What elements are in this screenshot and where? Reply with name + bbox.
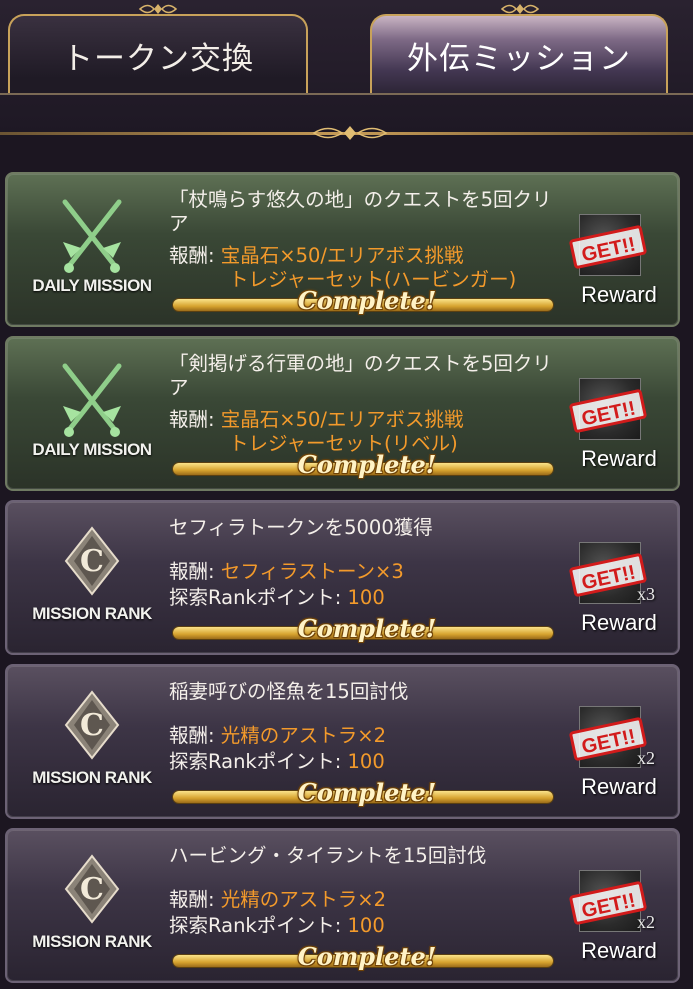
ornament-icon xyxy=(312,126,388,140)
rank-point-label: 探索Rankポイント: xyxy=(169,750,348,773)
reward-prefix: 報酬: xyxy=(169,408,221,431)
svg-text:C: C xyxy=(80,872,104,907)
mission-card: DAILY MISSION 「杖鳴らす悠久の地」のクエストを5回クリア 報酬: … xyxy=(5,172,680,327)
reward-label: Reward xyxy=(581,774,657,799)
reward-button[interactable]: GET!! Reward xyxy=(568,378,679,478)
complete-label: Complete! xyxy=(297,942,437,971)
rank-c-icon: C xyxy=(64,854,120,924)
reward-quantity: x3 xyxy=(637,584,655,604)
complete-label: Complete! xyxy=(297,450,437,479)
mission-title: 「杖鳴らす悠久の地」のクエストを5回クリア xyxy=(169,188,552,235)
rank-point-line: 探索Rankポイント: 100 xyxy=(169,586,589,610)
rank-point-label: 探索Rankポイント: xyxy=(169,586,348,609)
rank-point-value: 100 xyxy=(347,914,385,937)
mission-title: ハービング・タイラントを15回討伐 xyxy=(169,844,487,867)
tab-bar: トークン交換 外伝ミッション xyxy=(0,0,693,140)
reward-value: 宝晶石×50/エリアボス挑戦 xyxy=(220,408,464,431)
reward-line: 報酬: 宝晶石×50/エリアボス挑戦 xyxy=(169,244,589,268)
rank-c-icon: C xyxy=(64,526,120,596)
emblem-label: MISSION RANK xyxy=(32,604,152,623)
divider xyxy=(0,93,693,95)
tab-side-story-missions[interactable]: 外伝ミッション xyxy=(370,14,668,94)
reward-line: 報酬: セフィラストーン×3 xyxy=(169,560,589,584)
mission-card: C MISSION RANK セフィラトークンを5000獲得 報酬: セフィラス… xyxy=(5,500,680,655)
svg-text:C: C xyxy=(80,708,104,743)
tab-label: 外伝ミッション xyxy=(407,40,631,77)
reward-button[interactable]: GET!! x2 Reward xyxy=(568,706,679,806)
reward-line: 報酬: 光精のアストラ×2 xyxy=(169,724,589,748)
mission-title: 稲妻呼びの怪魚を15回討伐 xyxy=(169,680,409,703)
reward-button[interactable]: GET!! x2 Reward xyxy=(568,870,679,970)
reward-line: 報酬: 光精のアストラ×2 xyxy=(169,888,589,912)
emblem: C MISSION RANK xyxy=(17,520,167,640)
reward-button[interactable]: GET!! Reward xyxy=(568,214,679,314)
svg-text:C: C xyxy=(80,544,104,579)
emblem: DAILY MISSION xyxy=(17,192,167,312)
reward-value: 光精のアストラ×2 xyxy=(220,888,387,911)
rank-c-icon: C xyxy=(64,690,120,760)
rank-point-value: 100 xyxy=(347,586,385,609)
mission-title: セフィラトークンを5000獲得 xyxy=(169,516,433,539)
complete-label: Complete! xyxy=(297,778,437,807)
rank-point-line: 探索Rankポイント: 100 xyxy=(169,750,589,774)
emblem-label: MISSION RANK xyxy=(32,932,152,951)
reward-label: Reward xyxy=(581,610,657,635)
reward-label: Reward xyxy=(581,938,657,963)
emblem: C MISSION RANK xyxy=(17,848,167,968)
complete-label: Complete! xyxy=(297,286,437,315)
emblem-label: DAILY MISSION xyxy=(32,440,152,459)
mission-card: C MISSION RANK ハービング・タイラントを15回討伐 報酬: 光精の… xyxy=(5,828,680,983)
emblem: C MISSION RANK xyxy=(17,684,167,804)
reward-prefix: 報酬: xyxy=(169,888,221,911)
emblem: DAILY MISSION xyxy=(17,356,167,476)
reward-prefix: 報酬: xyxy=(169,560,221,583)
reward-line: 報酬: 宝晶石×50/エリアボス挑戦 xyxy=(169,408,589,432)
reward-label: Reward xyxy=(581,282,657,307)
tab-label: トークン交換 xyxy=(62,40,254,77)
mission-card: DAILY MISSION 「剣掲げる行軍の地」のクエストを5回クリア 報酬: … xyxy=(5,336,680,491)
reward-prefix: 報酬: xyxy=(169,724,221,747)
rank-point-value: 100 xyxy=(347,750,385,773)
reward-value: セフィラストーン×3 xyxy=(220,560,404,583)
reward-quantity: x2 xyxy=(637,748,655,768)
crossed-swords-icon xyxy=(62,363,122,437)
reward-prefix: 報酬: xyxy=(169,244,221,267)
reward-label: Reward xyxy=(581,446,657,471)
emblem-label: MISSION RANK xyxy=(32,768,152,787)
rank-point-label: 探索Rankポイント: xyxy=(169,914,348,937)
reward-value: 宝晶石×50/エリアボス挑戦 xyxy=(220,244,464,267)
complete-label: Complete! xyxy=(297,614,437,643)
reward-value: 光精のアストラ×2 xyxy=(220,724,387,747)
mission-card: C MISSION RANK 稲妻呼びの怪魚を15回討伐 報酬: 光精のアストラ… xyxy=(5,664,680,819)
reward-button[interactable]: GET!! x3 Reward xyxy=(568,542,679,642)
emblem-label: DAILY MISSION xyxy=(32,276,152,295)
mission-title: 「剣掲げる行軍の地」のクエストを5回クリア xyxy=(169,352,552,399)
rank-point-line: 探索Rankポイント: 100 xyxy=(169,914,589,938)
tab-token-exchange[interactable]: トークン交換 xyxy=(8,14,308,94)
crossed-swords-icon xyxy=(62,199,122,273)
reward-quantity: x2 xyxy=(637,912,655,932)
